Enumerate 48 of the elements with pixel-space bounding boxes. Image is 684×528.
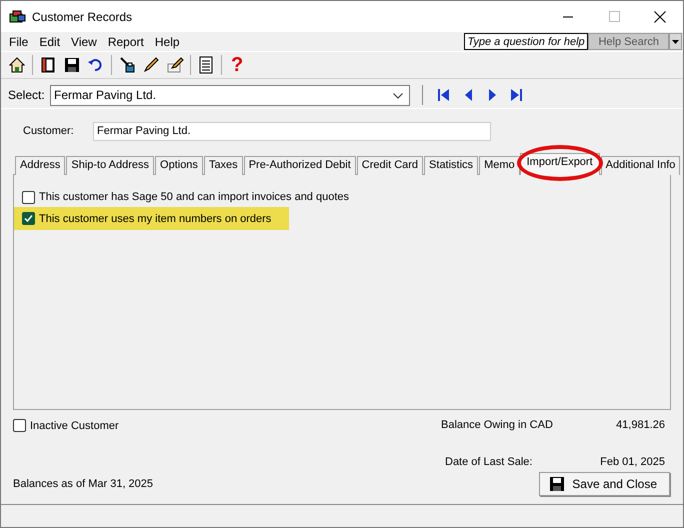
checkbox-label: Inactive Customer: [30, 420, 119, 432]
first-record-icon[interactable]: [438, 88, 450, 102]
window-title: Customer Records: [32, 10, 132, 24]
tab[interactable]: Pre-Authorized Debit: [244, 156, 356, 175]
save-icon: [548, 475, 566, 493]
menu-item[interactable]: File: [5, 34, 32, 48]
menu-item[interactable]: Help: [150, 34, 184, 48]
pen-icon: [142, 56, 160, 74]
tab[interactable]: Taxes: [204, 156, 243, 175]
customer-label: Customer:: [23, 125, 75, 137]
list-icon: [197, 56, 215, 74]
save-icon: [63, 56, 81, 74]
tab[interactable]: Memo: [479, 156, 520, 175]
balances-date-text: Balances as of Mar 31, 2025: [13, 478, 154, 490]
balance-value: 41,981.26: [615, 419, 666, 432]
close-icon[interactable]: [654, 10, 666, 22]
help-search-button[interactable]: Help Search: [588, 33, 669, 50]
help-question-field[interactable]: Type a question for help: [464, 33, 588, 50]
tab[interactable]: Ship-to Address: [66, 156, 154, 175]
home-icon: [8, 56, 26, 74]
balance-label: Balance Owing in CAD: [441, 419, 554, 432]
checkbox[interactable]: [22, 190, 35, 204]
customer-field[interactable]: Fermar Paving Ltd.: [93, 122, 491, 140]
help-button[interactable]: ?: [225, 54, 250, 76]
last-sale-value: Feb 01, 2025: [599, 456, 666, 468]
book-icon: [39, 56, 57, 74]
app-icon: [9, 9, 26, 24]
select-label: Select:: [8, 88, 46, 102]
menu-item[interactable]: View: [67, 34, 101, 48]
save-and-close-button[interactable]: Save and Close: [539, 472, 670, 496]
tab[interactable]: Credit Card: [356, 156, 424, 175]
last-sale-label: Date of Last Sale:: [445, 456, 534, 468]
brush-icon: [118, 56, 136, 74]
checkbox-label: This customer has Sage 50 and can import invoices and quotes: [39, 191, 350, 203]
tab[interactable]: Additional Info: [600, 156, 680, 175]
checkbox-label: This customer uses my item numbers on orders: [39, 212, 272, 224]
tab[interactable]: Options: [155, 156, 203, 175]
checkbox[interactable]: [13, 419, 26, 432]
last-record-icon[interactable]: [510, 88, 522, 102]
tab[interactable]: Address: [15, 156, 66, 175]
tab[interactable]: Statistics: [424, 156, 478, 175]
checkbox[interactable]: [22, 212, 35, 225]
tab[interactable]: Import/Export: [520, 153, 600, 175]
menu-item[interactable]: Edit: [35, 34, 64, 48]
pen-on-paper-icon: [166, 56, 184, 74]
customer-select[interactable]: Fermar Paving Ltd.: [50, 84, 410, 106]
menu-item[interactable]: Report: [104, 34, 148, 48]
chevron-down-icon[interactable]: [393, 93, 403, 99]
